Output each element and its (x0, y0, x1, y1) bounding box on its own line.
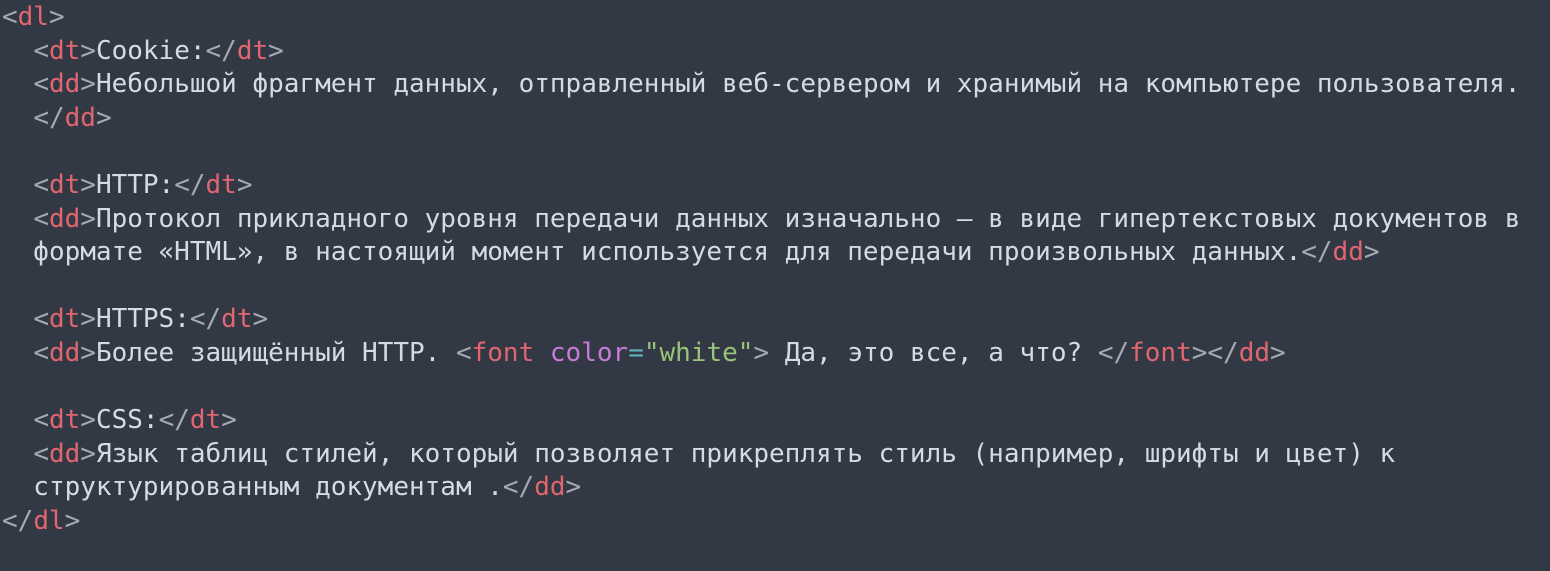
code-line: <dd>Небольшой фрагмент данных, отправлен… (2, 67, 1520, 101)
code-token-bracket: > (80, 170, 96, 200)
code-line: <dt>HTTPS:</dt> (2, 302, 268, 336)
code-token-tag: dt (48, 170, 81, 200)
code-token-bracket: </ (502, 472, 535, 503)
code-token-tag: dd (48, 438, 81, 469)
code-line: формате «HTML», в настоящий момент испол… (2, 235, 1380, 269)
code-token-tag: dd (1238, 338, 1271, 368)
code-line: <dt>CSS:</dt> (2, 403, 237, 437)
code-token-text: Небольшой фрагмент данных, отправленный … (95, 69, 1521, 100)
code-token-bracket: > (95, 102, 112, 133)
code-token-bracket: > (753, 338, 770, 368)
code-token-attr: color (549, 338, 629, 368)
code-token-text: Cookie: (95, 35, 206, 66)
code-token-bracket: > (80, 203, 96, 234)
code-token-bracket: > (1270, 338, 1286, 368)
code-token-bracket: </ (174, 170, 206, 200)
code-line: </dl> (2, 504, 80, 538)
code-token-bracket: </ (1097, 338, 1130, 368)
code-token-bracket: > (221, 405, 237, 436)
code-token-text: CSS: (95, 405, 159, 436)
code-token-tag: font (1129, 338, 1192, 368)
code-token-tag: dd (64, 102, 96, 133)
code-token-text: HTTP: (95, 170, 175, 200)
code-token-bracket: > (80, 304, 96, 335)
code-line: <dd>Более защищённый HTTP. <font color="… (2, 336, 1286, 370)
code-token-tag: font (471, 338, 535, 368)
code-token-bracket: > (565, 472, 582, 503)
code-line: <dl> (2, 0, 65, 34)
code-token-bracket: < (33, 438, 49, 469)
code-token-bracket: > (252, 304, 269, 335)
code-token-bracket: </ (189, 304, 222, 335)
code-token-tag: dd (1332, 237, 1364, 268)
code-token-tag: dt (48, 35, 81, 66)
code-token-bracket: > (80, 405, 96, 436)
code-token-text: структурированным документам . (2, 472, 503, 503)
code-token-tag: dt (189, 405, 222, 436)
code-line: </dd> (2, 101, 112, 135)
code-token-bracket: > (48, 2, 65, 32)
code-token-str: "white" (643, 338, 754, 368)
code-token-text: Язык таблиц стилей, который позволяет пр… (95, 438, 1396, 469)
code-token-text: Да, это все, а что? (769, 338, 1098, 368)
code-token-bracket: < (33, 203, 49, 234)
code-token-eq: = (628, 338, 644, 368)
code-token-tag: dt (48, 304, 81, 335)
code-token-bracket: > (64, 506, 81, 536)
code-line: <dd>Язык таблиц стилей, который позволяе… (2, 437, 1395, 471)
code-token-bracket: > (236, 170, 253, 200)
code-token-bracket: < (33, 69, 49, 100)
code-token-text: HTTPS: (95, 304, 190, 335)
code-token-tag: dl (17, 2, 49, 32)
code-token-tag: dd (48, 69, 81, 100)
code-token-bracket: < (33, 170, 49, 200)
code-token-tag: dt (205, 170, 237, 200)
code-token-bracket: > (268, 35, 284, 66)
code-token-bracket: </ (205, 35, 237, 66)
code-token-bracket: > (80, 438, 96, 469)
code-token-tag: dd (48, 338, 81, 368)
code-token-bracket: > (80, 338, 96, 368)
code-token-bracket: ></ (1191, 338, 1239, 368)
code-token-bracket: < (455, 338, 472, 368)
code-token-text: Более защищённый HTTP. (95, 338, 456, 368)
code-line: структурированным документам .</dd> (2, 470, 581, 504)
code-token-bracket: < (33, 35, 49, 66)
code-token-bracket: < (33, 338, 49, 368)
code-token-tag: dt (236, 35, 269, 66)
code-token-tag: dd (48, 203, 81, 234)
code-line: <dt>Cookie:</dt> (2, 34, 284, 68)
code-token-tag: dl (33, 506, 65, 536)
code-token-bracket: </ (1301, 237, 1333, 268)
code-token-bracket: < (33, 304, 49, 335)
code-token-bracket: </ (33, 102, 65, 133)
code-line: <dd>Протокол прикладного уровня передачи… (2, 202, 1520, 236)
code-token-tag: dd (534, 472, 566, 503)
code-token-tag: dt (48, 405, 81, 436)
code-token-bracket: < (33, 405, 49, 436)
code-token-tag: dt (221, 304, 253, 335)
code-token-bracket: > (1363, 237, 1380, 268)
code-token-bracket: < (2, 2, 18, 32)
code-token-bracket: </ (2, 506, 34, 536)
code-line: <dt>HTTP:</dt> (2, 168, 253, 202)
code-token-bracket: </ (158, 405, 190, 436)
code-token-text: Протокол прикладного уровня передачи дан… (95, 203, 1521, 234)
code-token-bracket: > (80, 35, 96, 66)
code-token-text: формате «HTML», в настоящий момент испол… (2, 237, 1302, 268)
code-editor[interactable]: <dl> <dt>Cookie:</dt> <dd>Небольшой фраг… (0, 0, 1550, 571)
code-token-bracket: > (80, 69, 96, 100)
